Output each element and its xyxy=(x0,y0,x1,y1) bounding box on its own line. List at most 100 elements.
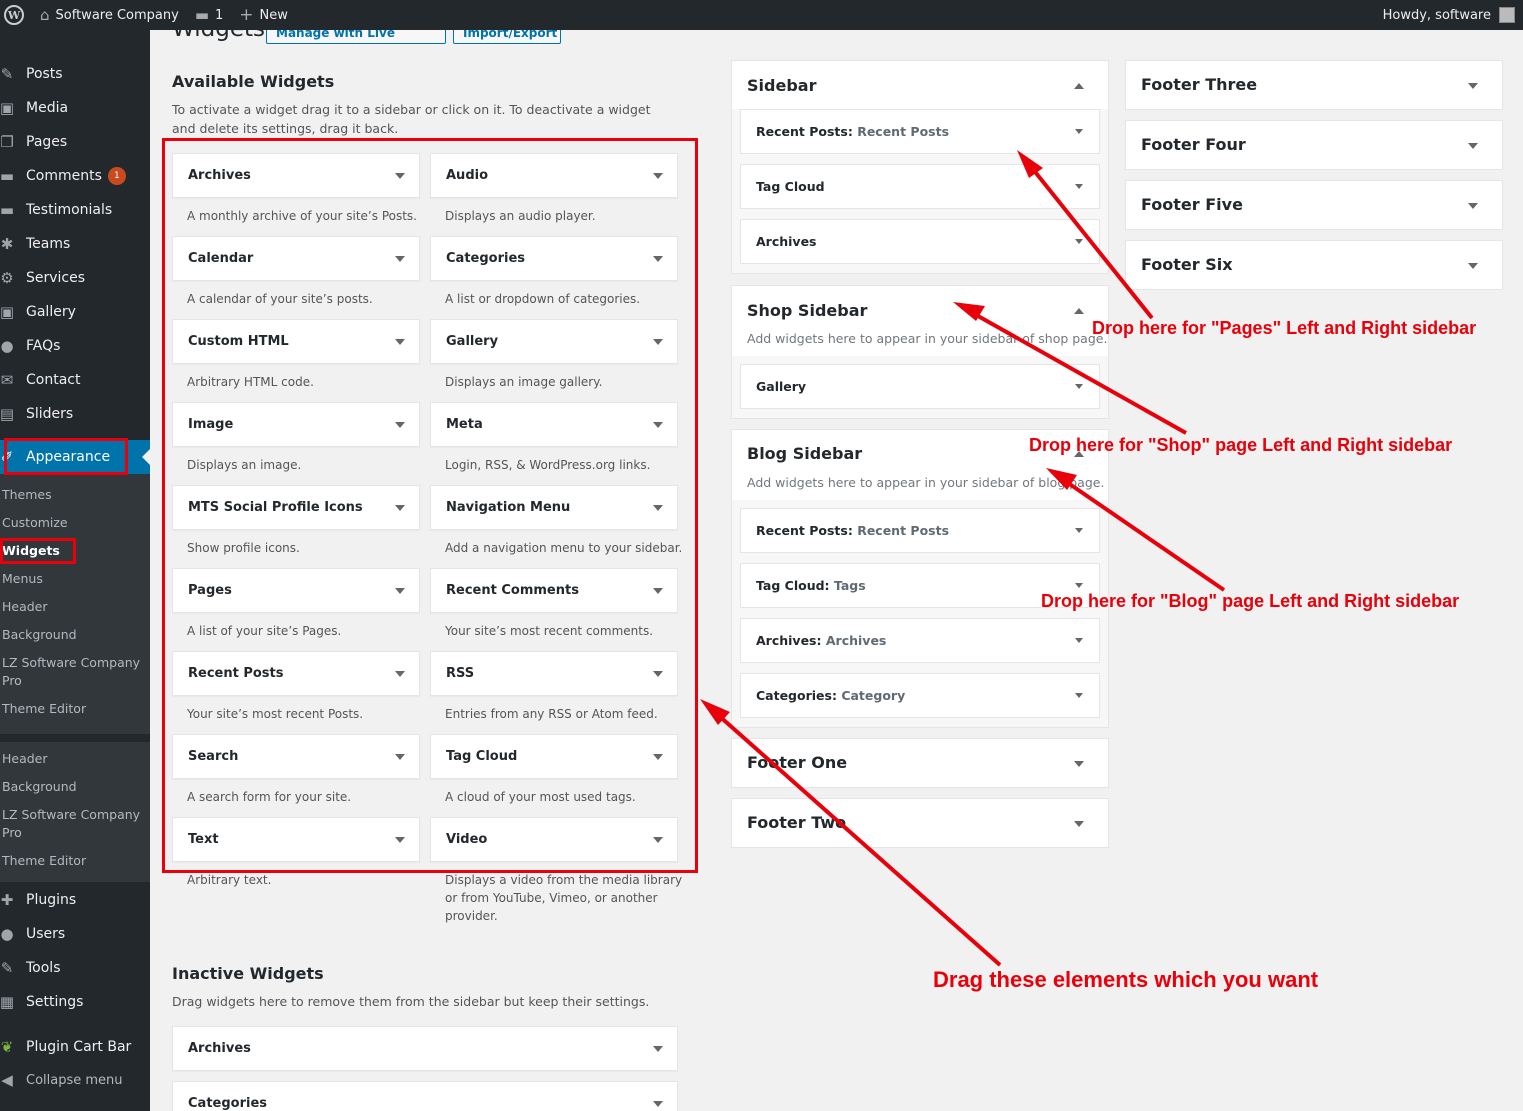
caret-down-icon[interactable] xyxy=(1075,583,1083,588)
widget-text[interactable]: Text xyxy=(172,817,420,862)
caret-down-icon[interactable] xyxy=(1075,384,1083,389)
inactive-widget-archives[interactable]: Archives xyxy=(172,1026,678,1071)
widget-custom-html[interactable]: Custom HTML xyxy=(172,319,420,364)
caret-down-icon[interactable] xyxy=(395,505,405,511)
submenu-customize[interactable]: Customize xyxy=(2,514,148,532)
caret-down-icon[interactable] xyxy=(1075,184,1083,189)
caret-down-icon[interactable] xyxy=(395,339,405,345)
widget-navigation-menu[interactable]: Navigation Menu xyxy=(430,485,678,530)
widget-mts-social-profile-icons[interactable]: MTS Social Profile Icons xyxy=(172,485,420,530)
widget-area-footer-one[interactable]: Footer One xyxy=(731,738,1109,788)
submenu-extra-header[interactable]: Header xyxy=(2,750,148,768)
comments-link[interactable]: ▬ 1 xyxy=(187,0,231,30)
sidebar-widget-gallery[interactable]: Gallery xyxy=(740,364,1100,409)
caret-down-icon[interactable] xyxy=(1075,239,1083,244)
new-content-link[interactable]: + New xyxy=(231,0,296,30)
caret-down-icon[interactable] xyxy=(395,671,405,677)
widget-area-footer-three[interactable]: Footer Three xyxy=(1125,60,1503,110)
submenu-extra-theme-editor[interactable]: Theme Editor xyxy=(2,852,148,870)
menu-item-plugin-cart-bar[interactable]: ❦ Plugin Cart Bar xyxy=(0,1030,150,1064)
menu-item-plugins[interactable]: ✚ Plugins xyxy=(0,883,150,917)
menu-item-faqs[interactable]: ● FAQs xyxy=(0,329,150,363)
widget-archives[interactable]: Archives xyxy=(172,153,420,198)
caret-down-icon[interactable] xyxy=(395,837,405,843)
widget-search[interactable]: Search xyxy=(172,734,420,779)
menu-item-users[interactable]: ● Users xyxy=(0,917,150,951)
caret-down-icon[interactable] xyxy=(653,422,663,428)
caret-down-icon[interactable] xyxy=(1468,143,1478,149)
widget-recent-posts[interactable]: Recent Posts xyxy=(172,651,420,696)
caret-down-icon[interactable] xyxy=(653,256,663,262)
widget-audio[interactable]: Audio xyxy=(430,153,678,198)
caret-down-icon[interactable] xyxy=(395,173,405,179)
caret-down-icon[interactable] xyxy=(653,173,663,179)
sidebar-widget-tag-cloud[interactable]: Tag Cloud xyxy=(740,164,1100,209)
widget-gallery[interactable]: Gallery xyxy=(430,319,678,364)
menu-item-sliders[interactable]: ▤ Sliders xyxy=(0,397,150,431)
caret-down-icon[interactable] xyxy=(653,339,663,345)
caret-down-icon[interactable] xyxy=(395,422,405,428)
sidebar-widget-recent-posts[interactable]: Recent Posts: Recent Posts xyxy=(740,508,1100,553)
menu-item-appearance[interactable]: ✐ Appearance xyxy=(0,440,150,474)
inactive-widget-categories[interactable]: Categories xyxy=(172,1081,678,1111)
submenu-background[interactable]: Background xyxy=(2,626,148,644)
menu-item-contact[interactable]: ✉ Contact xyxy=(0,363,150,397)
widget-video[interactable]: Video xyxy=(430,817,678,862)
widget-image[interactable]: Image xyxy=(172,402,420,447)
menu-item-posts[interactable]: ✎ Posts xyxy=(0,57,150,91)
submenu-widgets[interactable]: Widgets xyxy=(2,542,148,560)
caret-down-icon[interactable] xyxy=(653,837,663,843)
caret-down-icon[interactable] xyxy=(1468,203,1478,209)
sidebar-widget-archives[interactable]: Archives: Archives xyxy=(740,618,1100,663)
caret-down-icon[interactable] xyxy=(1075,693,1083,698)
widget-meta[interactable]: Meta xyxy=(430,402,678,447)
widget-pages[interactable]: Pages xyxy=(172,568,420,613)
widget-area-footer-two[interactable]: Footer Two xyxy=(731,798,1109,848)
caret-down-icon[interactable] xyxy=(653,671,663,677)
submenu-extra-lz-software-company-pro[interactable]: LZ Software Company Pro xyxy=(2,806,148,842)
widget-categories[interactable]: Categories xyxy=(430,236,678,281)
caret-down-icon[interactable] xyxy=(653,588,663,594)
caret-down-icon[interactable] xyxy=(653,505,663,511)
menu-item-comments[interactable]: ▬ Comments 1 xyxy=(0,159,150,193)
submenu-header[interactable]: Header xyxy=(2,598,148,616)
menu-item-testimonials[interactable]: ▬ Testimonials xyxy=(0,193,150,227)
widget-calendar[interactable]: Calendar xyxy=(172,236,420,281)
caret-down-icon[interactable] xyxy=(395,256,405,262)
sidebar-widget-categories[interactable]: Categories: Category xyxy=(740,673,1100,718)
caret-down-icon[interactable] xyxy=(653,1046,663,1052)
widget-tag-cloud[interactable]: Tag Cloud xyxy=(430,734,678,779)
menu-item-media[interactable]: ▣ Media xyxy=(0,91,150,125)
submenu-menus[interactable]: Menus xyxy=(2,570,148,588)
submenu-extra-background[interactable]: Background xyxy=(2,778,148,796)
submenu-theme-editor[interactable]: Theme Editor xyxy=(2,700,148,718)
caret-down-icon[interactable] xyxy=(1468,83,1478,89)
caret-down-icon[interactable] xyxy=(1074,821,1084,827)
caret-down-icon[interactable] xyxy=(1075,638,1083,643)
menu-item-pages[interactable]: ❐ Pages xyxy=(0,125,150,159)
menu-item-gallery[interactable]: ▣ Gallery xyxy=(0,295,150,329)
caret-down-icon[interactable] xyxy=(1075,129,1083,134)
submenu-lz-software-company-pro[interactable]: LZ Software Company Pro xyxy=(2,654,148,690)
caret-up-icon[interactable] xyxy=(1074,83,1084,89)
caret-down-icon[interactable] xyxy=(653,754,663,760)
sidebar-widget-recent-posts[interactable]: Recent Posts: Recent Posts xyxy=(740,109,1100,154)
widget-recent-comments[interactable]: Recent Comments xyxy=(430,568,678,613)
caret-down-icon[interactable] xyxy=(395,754,405,760)
caret-down-icon[interactable] xyxy=(1074,761,1084,767)
widget-area-footer-six[interactable]: Footer Six xyxy=(1125,240,1503,290)
widget-area-footer-five[interactable]: Footer Five xyxy=(1125,180,1503,230)
menu-item-collapse-menu[interactable]: ◀ Collapse menu xyxy=(0,1063,150,1097)
menu-item-services[interactable]: ⚙ Services xyxy=(0,261,150,295)
widget-rss[interactable]: RSS xyxy=(430,651,678,696)
caret-down-icon[interactable] xyxy=(653,1101,663,1107)
sidebar-widget-archives[interactable]: Archives xyxy=(740,219,1100,264)
menu-item-tools[interactable]: ✎ Tools xyxy=(0,951,150,985)
my-account-link[interactable]: Howdy, software xyxy=(1375,0,1523,30)
widget-area-footer-four[interactable]: Footer Four xyxy=(1125,120,1503,170)
site-name-link[interactable]: ⌂ Software Company xyxy=(32,0,187,30)
menu-item-settings[interactable]: ▦ Settings xyxy=(0,985,150,1019)
caret-down-icon[interactable] xyxy=(395,588,405,594)
submenu-themes[interactable]: Themes xyxy=(2,486,148,504)
wp-logo-menu[interactable]: W xyxy=(0,0,32,30)
